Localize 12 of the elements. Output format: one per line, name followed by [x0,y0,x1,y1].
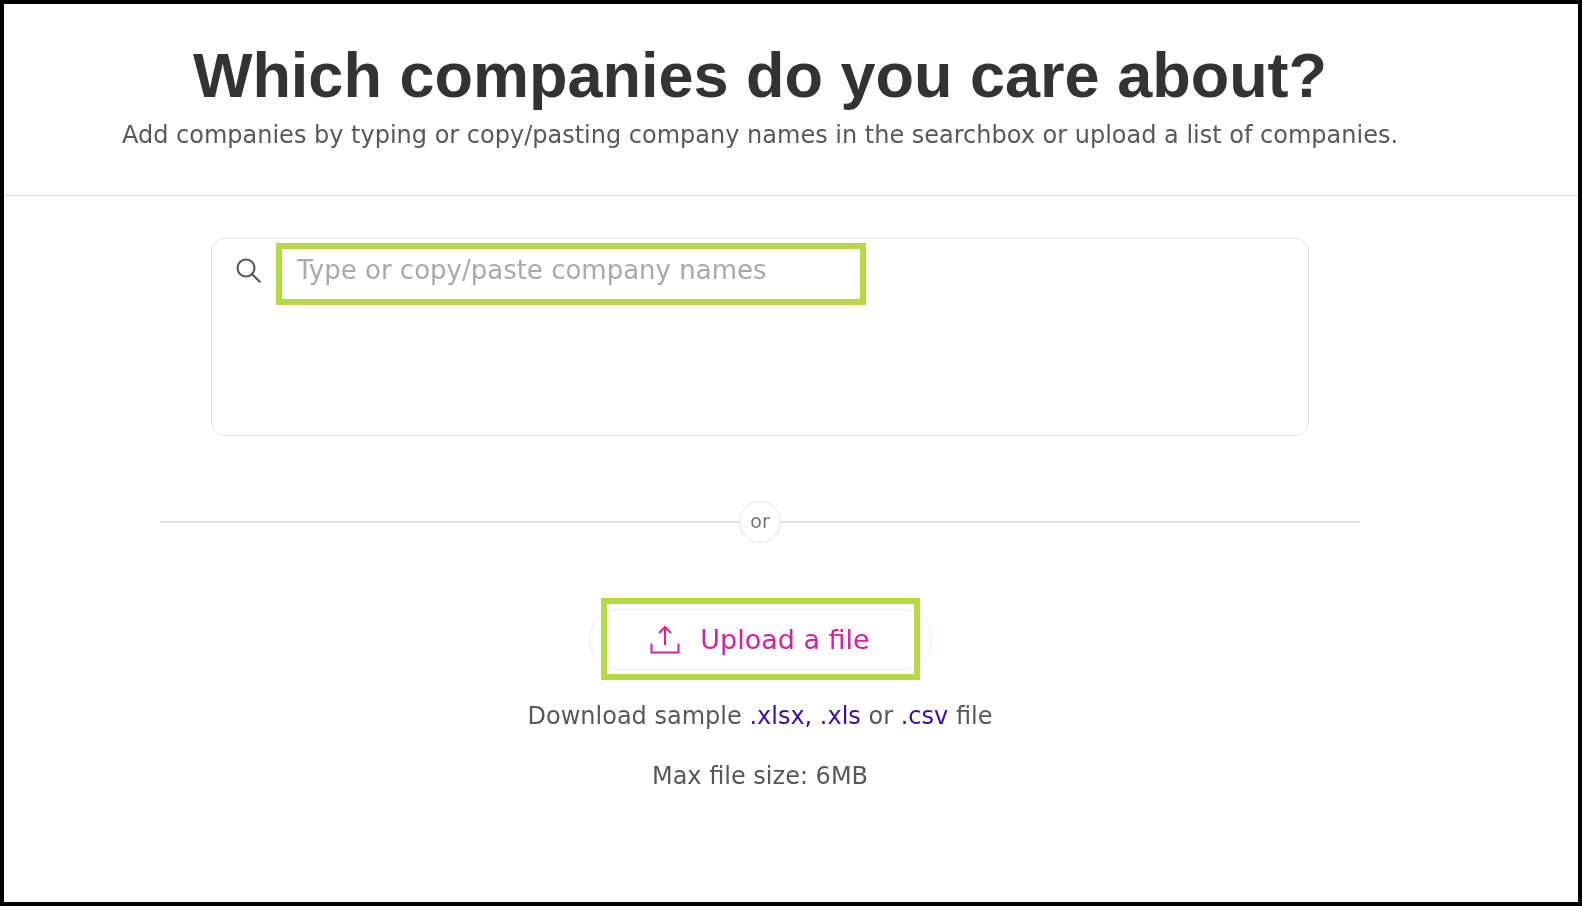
page-subtitle: Add companies by typing or copy/pasting company names in the searchbox or upload a list of companies. [121,120,1399,151]
search-field[interactable]: Type or copy/paste company names [211,238,1309,436]
upload-button[interactable]: Upload a file [588,609,932,670]
file-size-note: Max file size: 6MB [651,761,869,792]
sample-file-link[interactable]: .xls [819,702,861,730]
upload-icon [650,625,681,654]
download-sample-text: Download sample .xlsx, .xls or .csv file [527,701,993,732]
sample-file-link[interactable]: .xlsx, [749,702,813,730]
page-title: Which companies do you care about? [192,39,1328,111]
sample-file-link[interactable]: .csv [900,702,949,730]
or-divider-label: or [739,501,781,543]
search-icon [236,258,261,283]
